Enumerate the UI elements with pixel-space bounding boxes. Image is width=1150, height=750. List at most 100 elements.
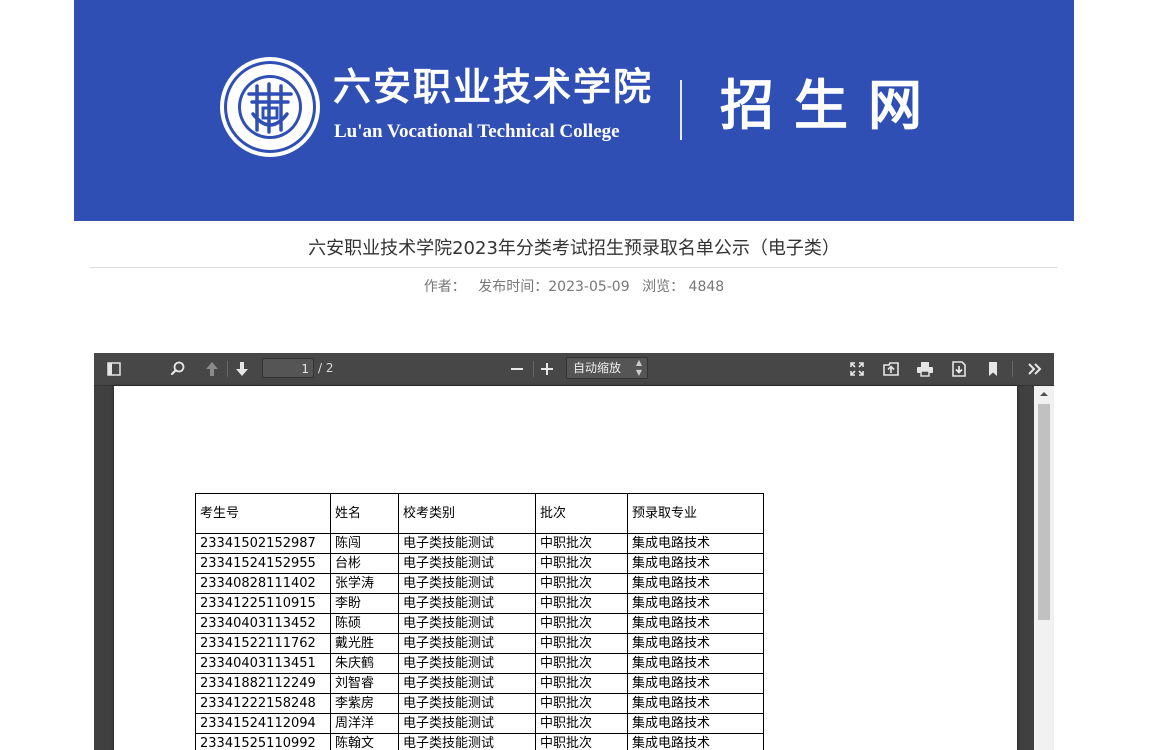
search-icon[interactable] [1128,18,1150,40]
tools-icon[interactable] [1024,358,1046,380]
cell-test-type: 电子类技能测试 [398,553,536,574]
cell-exam-id: 23340828111402 [195,573,331,594]
cell-exam-id: 23341222158248 [195,693,331,714]
school-name-chinese: 六安职业技术学院 [333,64,654,109]
cell-batch: 中职批次 [535,693,628,714]
banner-divider [680,80,682,140]
cell-major: 集成电路技术 [627,593,764,614]
table-row: 23341522111762 戴光胜 电子类技能测试 中职批次 集成电路技术 [195,633,764,654]
header-major: 预录取专业 [627,493,764,534]
cell-exam-id: 23341502152987 [195,533,331,554]
find-icon[interactable] [167,358,189,380]
cell-batch: 中职批次 [535,713,628,734]
menu-icon[interactable] [0,43,35,75]
cell-name: 张学涛 [330,573,399,594]
table-row: 23341222158248 李紫房 电子类技能测试 中职批次 集成电路技术 [195,693,764,714]
cell-name: 朱庆鹤 [330,653,399,674]
bookmark-icon[interactable] [982,358,1004,380]
header-name: 姓名 [330,493,399,534]
table-row: 23340828111402 张学涛 电子类技能测试 中职批次 集成电路技术 [195,573,764,594]
cell-name: 台彬 [330,553,399,574]
cell-exam-id: 23340403113451 [195,653,331,674]
cell-major: 集成电路技术 [627,653,764,674]
select-arrows-icon: ▲ ▼ [635,358,642,377]
school-name-english: Lu'an Vocational Technical College [334,121,620,142]
cell-name: 戴光胜 [330,633,399,654]
toolbar-separator [1012,361,1013,377]
pdf-toolbar: 1 / 2 自动缩放 ▲ ▼ [94,353,1054,386]
zoom-in-icon[interactable] [536,358,558,380]
pdf-scrollbar[interactable] [1034,386,1054,750]
cell-major: 集成电路技术 [627,693,764,714]
zoom-select[interactable]: 自动缩放 ▲ ▼ [566,357,648,379]
cell-test-type: 电子类技能测试 [398,713,536,734]
cell-test-type: 电子类技能测试 [398,613,536,634]
cell-name: 李紫房 [330,693,399,714]
cell-major: 集成电路技术 [627,553,764,574]
table-row: 23340403113451 朱庆鹤 电子类技能测试 中职批次 集成电路技术 [195,653,764,674]
toolbar-separator [533,361,534,377]
pdf-viewer: 1 / 2 自动缩放 ▲ ▼ 考生号 姓名 校考类别 批次 预录取专业 2334… [94,353,1054,750]
cell-major: 集成电路技术 [627,673,764,694]
scrollbar-thumb[interactable] [1038,404,1050,620]
open-file-icon[interactable] [880,358,902,380]
print-icon[interactable] [914,358,936,380]
table-row: 23340403113452 陈硕 电子类技能测试 中职批次 集成电路技术 [195,613,764,634]
cell-exam-id: 23340403113452 [195,613,331,634]
views-count: 4848 [688,279,725,295]
table-row: 23341882112249 刘智睿 电子类技能测试 中职批次 集成电路技术 [195,673,764,694]
cell-major: 集成电路技术 [627,613,764,634]
table-header-row: 考生号 姓名 校考类别 批次 预录取专业 [195,493,764,534]
cell-batch: 中职批次 [535,613,628,634]
cell-test-type: 电子类技能测试 [398,573,536,594]
table-row: 23341524112094 周洋洋 电子类技能测试 中职批次 集成电路技术 [195,713,764,734]
cell-batch: 中职批次 [535,633,628,654]
cell-test-type: 电子类技能测试 [398,673,536,694]
article-title: 六安职业技术学院2023年分类考试招生预录取名单公示（电子类） [308,238,840,259]
views-label: 浏览： 4848 [642,279,725,295]
cell-name: 陈闯 [330,533,399,554]
next-page-icon[interactable] [231,358,253,380]
page-container: 六安职业技术学院 Lu'an Vocational Technical Coll… [74,0,1074,750]
publish-date: 发布时间：2023-05-09 [478,279,630,295]
page-number-input[interactable]: 1 [262,358,314,378]
cell-batch: 中职批次 [535,533,628,554]
cell-test-type: 电子类技能测试 [398,653,536,674]
title-divider [90,267,1058,268]
cell-batch: 中职批次 [535,553,628,574]
page-count: / 2 [318,361,334,375]
cell-test-type: 电子类技能测试 [398,633,536,654]
site-name: 招生网 [720,73,942,137]
table-row: 23341525110992 陈翰文 电子类技能测试 中职批次 集成电路技术 [195,733,764,750]
download-icon[interactable] [948,358,970,380]
author-label: 作者： [423,279,466,295]
cell-name: 陈翰文 [330,733,399,750]
cell-name: 李盼 [330,593,399,614]
cell-major: 集成电路技术 [627,573,764,594]
school-logo-seal [219,56,321,158]
cell-major: 集成电路技术 [627,533,764,554]
cell-batch: 中职批次 [535,673,628,694]
cell-major: 集成电路技术 [627,633,764,654]
cell-test-type: 电子类技能测试 [398,733,536,750]
site-banner: 六安职业技术学院 Lu'an Vocational Technical Coll… [74,0,1074,221]
header-batch: 批次 [535,493,628,534]
zoom-out-icon[interactable] [506,358,528,380]
cell-major: 集成电路技术 [627,713,764,734]
pdf-page: 考生号 姓名 校考类别 批次 预录取专业 23341502152987 陈闯 电子类… [114,386,1017,750]
cell-name: 刘智睿 [330,673,399,694]
scroll-up-icon[interactable] [1034,386,1054,402]
cell-major: 集成电路技术 [627,733,764,750]
previous-page-icon[interactable] [201,358,223,380]
cell-name: 周洋洋 [330,713,399,734]
presentation-mode-icon[interactable] [846,358,868,380]
cell-test-type: 电子类技能测试 [398,533,536,554]
header-exam-id: 考生号 [195,493,331,534]
cell-exam-id: 23341524152955 [195,553,331,574]
sidebar-toggle-icon[interactable] [103,358,125,380]
cell-exam-id: 23341524112094 [195,713,331,734]
table-row: 23341225110915 李盼 电子类技能测试 中职批次 集成电路技术 [195,593,764,614]
cell-exam-id: 23341522111762 [195,633,331,654]
table-row: 23341524152955 台彬 电子类技能测试 中职批次 集成电路技术 [195,553,764,574]
cell-batch: 中职批次 [535,653,628,674]
